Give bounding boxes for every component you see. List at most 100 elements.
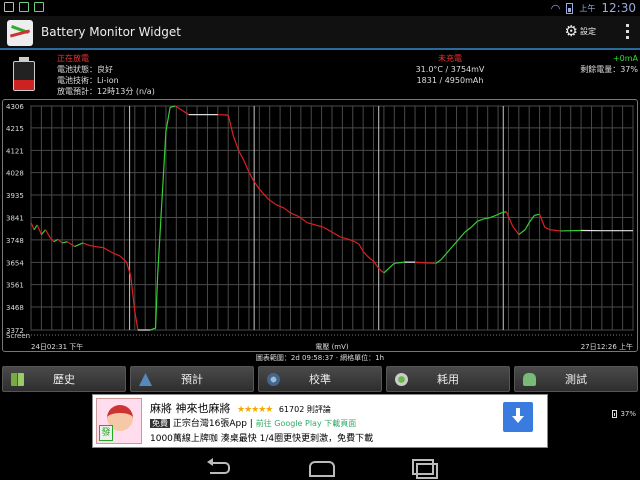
wifi-icon: ◠ [550, 1, 561, 15]
voltage-line-segment [414, 261, 426, 264]
voltage-line-segment [227, 114, 234, 137]
test-button[interactable]: 測試 [514, 366, 638, 392]
history-button[interactable]: 歷史 [2, 366, 126, 392]
voltage-line-segment [45, 229, 51, 238]
usage-icon [395, 373, 408, 386]
voltage-line-segment [445, 246, 453, 255]
calibrate-button[interactable]: 校準 [258, 366, 382, 392]
test-label: 測試 [565, 373, 587, 386]
voltage-line-segment [379, 268, 385, 274]
discharge-state: 正在放電 [57, 54, 89, 63]
voltage-line-segment [376, 265, 381, 270]
forecast-icon [139, 373, 152, 386]
mini-battery-icon [612, 410, 618, 418]
status-time: 12:30 [601, 1, 636, 15]
forecast-button[interactable]: 預計 [130, 366, 254, 392]
voltage-line-segment [539, 213, 546, 228]
battery-health: 電池狀態：良好 [57, 65, 113, 74]
voltage-line-segment [119, 255, 127, 263]
chart-icon [34, 2, 44, 12]
overflow-menu-button[interactable] [626, 24, 630, 39]
voltage-chart[interactable]: 4306 4215 4121 4028 3935 3841 3748 3654 3561 3468… [2, 99, 638, 352]
battery-capacity: 1831 / 4950mAh [416, 76, 484, 85]
usage-label: 耗用 [437, 373, 459, 386]
x-axis-title: 電壓 (mV) [315, 343, 349, 351]
voltage-line-segment [549, 229, 561, 232]
voltage-line-segment [232, 136, 240, 151]
voltage-line-segment [95, 245, 104, 249]
voltage-line-segment [518, 229, 526, 236]
navigation-bar [0, 452, 640, 480]
x-start-label: 24日02:31 下午 [31, 342, 83, 351]
voltage-line-segment [440, 253, 447, 261]
charging-state: 未充電 [438, 54, 462, 63]
voltage-line-segment [495, 212, 502, 216]
remaining-level: 剩餘電量：37% [580, 65, 638, 74]
voltage-line-segment [505, 211, 514, 227]
y-tick-label: 3935 [6, 192, 24, 200]
ad-download-button[interactable] [503, 402, 533, 432]
ad-play-link[interactable]: 前往 Google Play 下載頁面 [256, 419, 357, 428]
ad-separator: | [249, 419, 253, 429]
battery-technology: 電池技術：Li-ion [57, 76, 119, 85]
voltage-line-segment [89, 244, 96, 248]
voltage-line-segment [267, 198, 277, 206]
discharge-forecast: 放電預計：12時13分 (n/a) [57, 87, 155, 96]
voltage-line-segment [340, 236, 349, 240]
gear-icon: ⚙ [564, 22, 578, 40]
battery-info-middle: 未充電 31.0°C / 3754mV 1831 / 4950mAh [370, 53, 530, 86]
forecast-label: 預計 [181, 373, 203, 386]
side-battery-indicator: 37% [612, 410, 636, 418]
app-logo-icon[interactable] [7, 20, 33, 46]
history-label: 歷史 [53, 373, 75, 386]
y-tick-label: 3468 [6, 304, 24, 312]
voltage-line-segment [451, 238, 460, 247]
voltage-line-segment [388, 262, 395, 269]
y-tick-label: 4215 [6, 125, 24, 133]
ad-rating-stars: ★★★★★ [237, 405, 273, 415]
voltage-line-segment [323, 226, 333, 233]
calibrate-icon [267, 373, 280, 386]
y-tick-label: 4121 [6, 147, 24, 155]
notification-icons [4, 2, 44, 12]
ad-free-badge: 免費 [150, 419, 170, 428]
battery-info-panel: 正在放電 電池狀態：良好 電池技術：Li-ion 放電預計：12時13分 (n/… [0, 52, 640, 98]
home-button[interactable] [307, 457, 335, 477]
voltage-line-segment [36, 224, 42, 235]
settings-label: 設定 [580, 27, 596, 36]
app-title: Battery Monitor Widget [41, 25, 181, 39]
voltage-line-segment [66, 241, 75, 248]
x-end-label: 27日12:26 上午 [581, 342, 633, 351]
battery-current: +0mA [612, 54, 638, 63]
voltage-line-segment [362, 250, 368, 257]
y-tick-label: 3561 [6, 282, 24, 290]
recent-apps-button[interactable] [410, 457, 438, 479]
voltage-line-segment [358, 243, 364, 252]
download-arrow-icon [512, 408, 524, 424]
voltage-line-segment [464, 226, 472, 233]
voltage-line-segment [512, 225, 520, 235]
voltage-line-segment [354, 241, 360, 245]
battery-info-left: 正在放電 電池狀態：良好 電池技術：Li-ion 放電預計：12時13分 (n/… [57, 53, 155, 97]
settings-button[interactable]: ⚙ 設定 [565, 24, 596, 39]
chart-caption: 圖表範圍：2d 09:58:37 · 網格單位：1h [255, 354, 385, 362]
usage-button[interactable]: 耗用 [386, 366, 510, 392]
ad-banner[interactable]: 發 麻將 神來也麻將 ★★★★★ 61702 則評論 免費 正宗台灣16張App… [92, 394, 548, 448]
voltage-line-segment [130, 275, 136, 312]
voltage-line-segment [528, 215, 535, 223]
battery-icon [566, 2, 574, 14]
ad-subtitle-row: 免費 正宗台灣16張App | 前往 Google Play 下載頁面 [150, 416, 356, 429]
y-tick-label: 4028 [6, 170, 24, 178]
voltage-line-segment [458, 231, 466, 240]
ad-app-image[interactable]: 發 [96, 398, 142, 444]
status-right: ◠ 上午 12:30 [551, 0, 636, 16]
voltage-line-segment [103, 247, 113, 254]
voltage-line-segment [290, 212, 300, 218]
voltage-line-segment [248, 171, 255, 183]
voltage-line-segment [243, 159, 250, 173]
ad-subtitle: 正宗台灣16張App [172, 419, 247, 429]
y-tick-label: 4306 [6, 103, 24, 111]
android-icon [19, 2, 29, 12]
voltage-line-segment [283, 207, 291, 214]
back-button[interactable] [206, 457, 232, 475]
